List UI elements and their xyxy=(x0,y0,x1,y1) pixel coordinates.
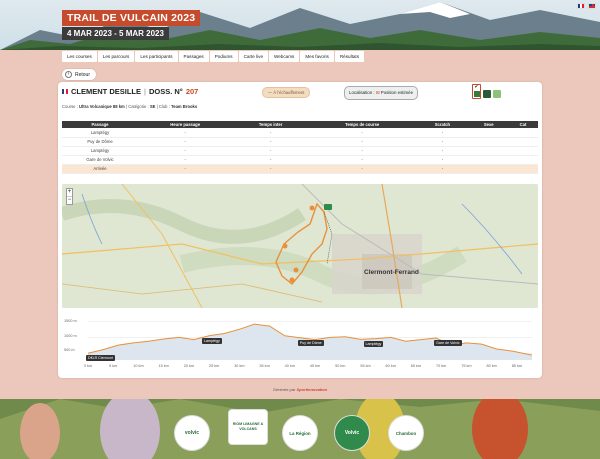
checkpoint-tag[interactable]: Lamptégy xyxy=(202,337,222,344)
col-temps-course: Temps de course xyxy=(308,121,416,128)
live-map[interactable]: + − Clermont-Ferrand xyxy=(62,184,538,308)
layer-map-button[interactable]: ✔ xyxy=(472,84,481,99)
col-passage: Passage xyxy=(62,121,139,128)
checkpoint-tag[interactable]: Lamptégy xyxy=(363,341,384,348)
checkpoint-tag[interactable]: Gare de Volvic xyxy=(434,340,462,347)
table-row: Lamptégy - - - - xyxy=(62,128,538,138)
col-heure: Heure passage xyxy=(138,121,233,128)
header-banner: TRAIL DE VULCAIN 2023 4 MAR 2023 - 5 MAR… xyxy=(0,0,600,50)
x-tick-label: 40 km xyxy=(284,364,295,368)
col-scratch: Scratch xyxy=(415,121,470,128)
nav-item-podiums[interactable]: Podiums xyxy=(209,51,238,62)
runner-heading: CLEMENT DESILLE | DOSS. N° 207 xyxy=(62,87,198,96)
live-status-button[interactable]: — À l'échauffement xyxy=(262,87,311,98)
category-value: SE xyxy=(149,104,156,109)
x-tick-label: 85 km xyxy=(511,364,523,368)
main-nav: Les courses Les parcours Les participant… xyxy=(62,51,364,62)
sponsor-logo[interactable]: volvic xyxy=(174,415,210,451)
generated-by: Générée par Sportinnovation xyxy=(272,387,328,392)
x-tick-label: 80 km xyxy=(486,364,497,368)
flag-fr-icon[interactable] xyxy=(577,3,585,9)
back-label: Retour xyxy=(75,71,91,78)
city-label: Clermont-Ferrand xyxy=(364,269,419,276)
course-value: Ultra Volcanique 88 km xyxy=(79,104,125,109)
flag-uk-icon[interactable] xyxy=(588,3,596,9)
elevation-profile: 1500 m 1000 m 500 m 0 km 5 km 10 km 15 km 20… xyxy=(62,314,538,374)
dossard-number: 207 xyxy=(185,87,199,96)
y-tick-label: 1500 m xyxy=(64,319,77,323)
x-tick-label: 15 km xyxy=(158,364,169,368)
start-marker-icon[interactable] xyxy=(324,204,332,210)
event-title: TRAIL DE VULCAIN 2023 xyxy=(62,10,201,26)
footer-banner: volvic RIOM LIMAGNE & VOLCANS La Région … xyxy=(0,399,600,459)
runner-card: CLEMENT DESILLE | DOSS. N° 207 Course : … xyxy=(58,82,542,378)
table-row: Gare de Volvic - - - - xyxy=(62,155,538,165)
table-row: Puy de Dôme - - - - xyxy=(62,137,538,147)
nav-item-participants[interactable]: Les participants xyxy=(135,51,178,62)
zoom-in-button[interactable]: + xyxy=(67,189,72,196)
x-tick-label: 30 km xyxy=(234,364,245,368)
x-tick-label: 25 km xyxy=(208,364,220,368)
sponsor-logo[interactable]: RIOM LIMAGNE & VOLCANS xyxy=(228,409,268,445)
club-value: Team Brooks xyxy=(171,104,198,109)
x-tick-label: 5 km xyxy=(109,364,118,368)
checkpoint-tag[interactable]: Puy de Dôme xyxy=(297,339,324,346)
sponsor-logo[interactable]: Volvic xyxy=(334,415,370,451)
col-sexe: Sexe xyxy=(469,121,508,128)
map-tiles xyxy=(62,184,538,308)
col-cat: Cat xyxy=(507,121,538,128)
flag-fr-icon xyxy=(62,89,68,94)
nav-item-favoris[interactable]: Mes favoris xyxy=(300,51,334,62)
x-tick-label: 20 km xyxy=(183,364,195,368)
x-tick-label: 0 km xyxy=(83,364,93,368)
y-tick-label: 1000 m xyxy=(64,334,77,338)
zoom-control: + − xyxy=(66,188,73,205)
x-tick-label: 65 km xyxy=(410,364,422,368)
y-tick-label: 500 m xyxy=(64,348,75,352)
check-icon: ✔ xyxy=(474,84,479,90)
nav-item-parcours[interactable]: Les parcours xyxy=(97,51,135,62)
x-tick-label: 35 km xyxy=(259,364,270,368)
layer-terrain-button[interactable] xyxy=(493,90,501,98)
sponsor-logo[interactable]: Chambon xyxy=(388,415,424,451)
sponsor-logo[interactable]: La Région xyxy=(282,415,318,451)
col-temps-inter: Temps inter xyxy=(232,121,309,128)
table-row-arrivee: Arrivée - - - - xyxy=(62,164,538,174)
checkpoint-tag[interactable]: D€LR Clermont xyxy=(86,355,115,362)
table-row: Lamptégy - - - - xyxy=(62,146,538,156)
back-button[interactable]: ‹ Retour xyxy=(62,69,97,80)
x-tick-label: 55 km xyxy=(360,364,371,368)
passages-table: Passage Heure passage Temps inter Temps … xyxy=(62,121,538,174)
x-tick-label: 70 km xyxy=(436,364,447,368)
brand-logo[interactable]: Sportinnovation xyxy=(296,387,327,392)
map-layer-tools: ✔ xyxy=(472,84,501,99)
x-tick-label: 45 km xyxy=(309,364,321,368)
x-tick-label: 10 km xyxy=(133,364,144,368)
event-dates: 4 MAR 2023 - 5 MAR 2023 xyxy=(62,27,169,40)
nav-item-resultats[interactable]: Résultats xyxy=(334,51,364,62)
dossard-label: DOSS. N° xyxy=(148,87,183,96)
runner-name: CLEMENT DESILLE xyxy=(71,87,142,96)
language-switcher xyxy=(577,3,596,9)
zoom-out-button[interactable]: − xyxy=(67,196,72,204)
localisation-button[interactable]: Localisation : ⊡ Position estimée xyxy=(344,86,419,100)
x-tick-label: 60 km xyxy=(385,364,396,368)
nav-item-webcams[interactable]: Webcams xyxy=(269,51,300,62)
x-tick-label: 75 km xyxy=(461,364,472,368)
layer-satellite-button[interactable] xyxy=(483,90,491,98)
nav-item-carte-live[interactable]: Carte live xyxy=(238,51,268,62)
nav-item-passages[interactable]: Passages xyxy=(178,51,209,62)
runner-meta: Course : Ultra Volcanique 88 km | Catégo… xyxy=(62,104,198,109)
arrow-left-icon: ‹ xyxy=(65,71,72,78)
location-pin-icon: ⊡ xyxy=(375,90,380,95)
nav-item-courses[interactable]: Les courses xyxy=(62,51,97,62)
x-tick-label: 50 km xyxy=(335,364,346,368)
